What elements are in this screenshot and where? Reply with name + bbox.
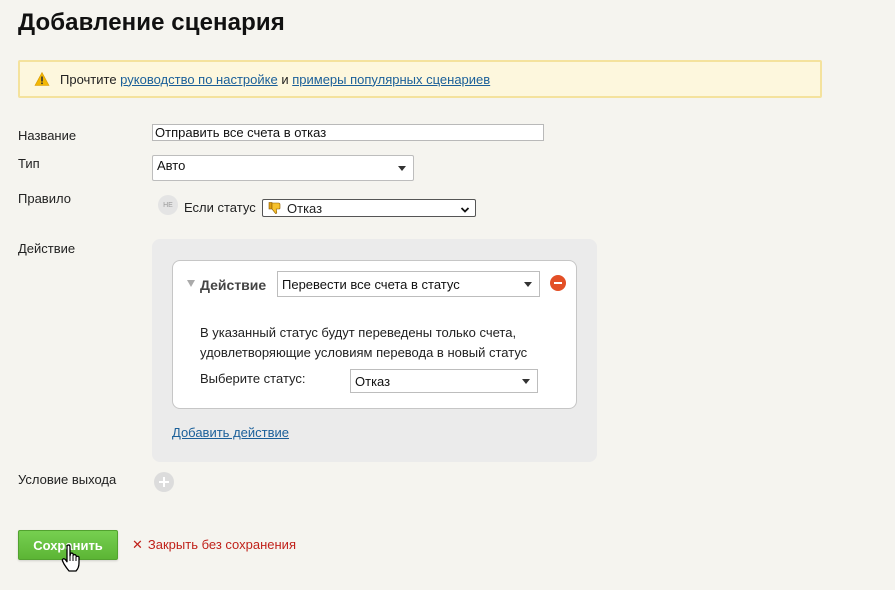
add-exit-condition-icon[interactable] (154, 472, 174, 492)
choose-status-value: Отказ (355, 373, 391, 389)
popular-scenarios-link[interactable]: примеры популярных сценариев (292, 72, 490, 87)
choose-status-select[interactable]: Отказ (350, 369, 538, 393)
choose-status-label: Выберите статус: (200, 371, 306, 386)
type-select-value: Авто (157, 157, 186, 173)
name-label: Название (18, 128, 77, 143)
rule-status-select[interactable]: Отказ (262, 199, 476, 217)
chevron-down-icon (524, 282, 532, 287)
type-select[interactable]: Авто (152, 155, 414, 181)
rule-status-value: Отказ (287, 200, 323, 216)
action-card-title: Действие (200, 277, 267, 293)
close-icon: ✕ (132, 537, 143, 552)
notice-conj: и (281, 71, 289, 87)
action-type-select[interactable]: Перевести все счета в статус (277, 271, 540, 297)
negate-toggle[interactable]: НЕ (158, 195, 178, 215)
rule-label: Правило (18, 191, 71, 206)
remove-action-icon[interactable] (550, 275, 566, 291)
thumbs-down-icon (268, 201, 282, 215)
notice-prefix: Прочтите (60, 71, 117, 87)
chevron-down-icon (522, 379, 530, 384)
warning-icon (34, 71, 50, 87)
close-without-saving-link[interactable]: ✕ Закрыть без сохранения (132, 537, 296, 553)
collapse-triangle-icon[interactable] (187, 280, 195, 287)
page-title: Добавление сценария (18, 9, 285, 36)
chevron-down-icon (398, 166, 406, 171)
hand-cursor-icon (60, 544, 84, 574)
close-link-label: Закрыть без сохранения (147, 537, 296, 552)
chevron-down-icon (460, 203, 470, 213)
action-type-value: Перевести все счета в статус (282, 276, 460, 292)
notice-banner: Прочтите руководство по настройке и прим… (18, 60, 822, 98)
exit-condition-label: Условие выхода (18, 472, 117, 487)
add-action-link[interactable]: Добавить действие (172, 425, 289, 440)
type-label: Тип (18, 156, 40, 171)
name-input[interactable]: Отправить все счета в отказ (152, 124, 544, 141)
rule-condition-text: Если статус (184, 200, 256, 215)
action-description: В указанный статус будут переведены толь… (200, 325, 528, 360)
setup-guide-link[interactable]: руководство по настройке (120, 72, 278, 87)
action-label: Действие (18, 241, 76, 256)
